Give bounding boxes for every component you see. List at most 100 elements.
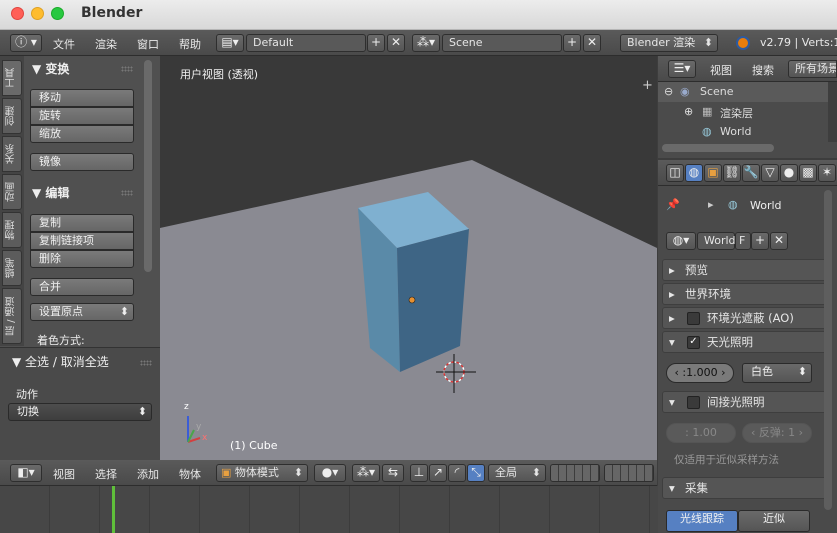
data-tab-icon[interactable]: ▽ (761, 164, 779, 182)
menu-window[interactable]: 窗口 (137, 36, 159, 52)
tab-physics[interactable]: 物理 (2, 212, 22, 248)
panel-indirect[interactable]: ▾ 间接光照明 (662, 391, 832, 413)
set-origin-select[interactable]: 设置原点 ⬍ (30, 303, 134, 321)
remove-scene-button[interactable]: ✕ (583, 34, 601, 52)
pivot-select[interactable]: ⁂▾ (352, 464, 380, 482)
3d-viewport[interactable]: 用户视图 (透视) z x y (1) Cube + (160, 56, 657, 460)
shading-select[interactable]: ●▾ (314, 464, 346, 482)
modifiers-tab-icon[interactable]: 🔧 (742, 164, 760, 182)
scale-manipulator-button[interactable]: ⤡ (467, 464, 485, 482)
select-all-header[interactable]: ▼ 全选 / 取消全选 (12, 353, 109, 370)
indirect-bounces-spinner[interactable]: ‹ 反弹: 1 › (742, 423, 812, 443)
ao-checkbox[interactable] (687, 312, 700, 325)
scale-button[interactable]: 缩放 (30, 125, 134, 143)
outliner-row-world[interactable]: ◍ World (658, 122, 828, 142)
tab-animation[interactable]: 动画 (2, 174, 22, 210)
world-browse-button[interactable]: ◍▾ (666, 232, 696, 250)
add-scene-button[interactable]: + (563, 34, 581, 52)
outliner-vscroll[interactable] (828, 82, 837, 142)
material-tab-icon[interactable]: ● (780, 164, 798, 182)
duplicate-button[interactable]: 复制 (30, 214, 134, 232)
menu-view[interactable]: 视图 (53, 466, 75, 482)
open-properties-plus-icon[interactable]: + (642, 78, 653, 93)
tab-create[interactable]: 创建 (2, 98, 22, 134)
minimize-window-button[interactable] (31, 7, 44, 20)
tab-layers-passes[interactable]: 层 / 通道 (2, 288, 22, 344)
panel-env-light[interactable]: ▾ ✓ 天光照明 (662, 331, 832, 353)
properties-scrollbar[interactable] (824, 190, 832, 510)
env-energy-spinner[interactable]: ‹ :1.000 › (666, 363, 734, 383)
scene-icon-button[interactable]: ⁂▾ (412, 34, 440, 52)
editor-type-info-button[interactable]: ⓘ ▾ (10, 34, 42, 52)
layers-grid-1[interactable] (550, 464, 600, 482)
edit-header[interactable]: ▼ 编辑 (32, 184, 69, 201)
constraints-tab-icon[interactable]: ⛓ (723, 164, 741, 182)
indirect-factor-spinner[interactable]: : 1.00 (666, 423, 736, 443)
editor-type-outliner-button[interactable]: ☰▾ (668, 60, 696, 78)
join-button[interactable]: 合并 (30, 278, 134, 296)
translate-manipulator-button[interactable]: ↗ (429, 464, 447, 482)
add-layout-button[interactable]: + (367, 34, 385, 52)
remove-layout-button[interactable]: ✕ (387, 34, 405, 52)
menu-render[interactable]: 渲染 (95, 36, 117, 52)
tab-relations[interactable]: 关系 (2, 136, 22, 172)
panel-gather[interactable]: ▾ 采集 (662, 477, 832, 499)
menu-file[interactable]: 文件 (53, 36, 75, 52)
orientation-select[interactable]: 全局 ⬍ (488, 464, 546, 482)
world-tab-icon[interactable]: ◍ (685, 164, 703, 182)
outliner-row-scene[interactable]: ⊖ ◉ Scene (658, 82, 828, 102)
editor-type-3d-button[interactable]: ◧▾ (10, 464, 42, 482)
layout-icon-button[interactable]: ▤▾ (216, 34, 244, 52)
gather-raytrace-button[interactable]: 光线跟踪 (666, 510, 738, 532)
rotate-button[interactable]: 旋转 (30, 107, 134, 125)
layout-field[interactable]: Default (246, 34, 366, 52)
tool-shelf-scrollbar[interactable] (144, 60, 152, 272)
outliner-filter-select[interactable]: 所有场景 (788, 60, 837, 78)
object-tab-icon[interactable]: ▣ (704, 164, 722, 182)
menu-object[interactable]: 物体 (179, 466, 201, 482)
new-world-button[interactable]: + (751, 232, 769, 250)
mirror-button[interactable]: 镜像 (30, 153, 134, 171)
render-engine-select[interactable]: Blender 渲染 ⬍ (620, 34, 718, 52)
texture-tab-icon[interactable]: ▩ (799, 164, 817, 182)
menu-add[interactable]: 添加 (137, 466, 159, 482)
env-light-checkbox[interactable]: ✓ (687, 336, 700, 349)
particles-tab-icon[interactable]: ✶ (818, 164, 836, 182)
drag-handle-icon[interactable] (121, 190, 133, 196)
layers-grid-2[interactable] (604, 464, 654, 482)
outliner-menu-view[interactable]: 视图 (710, 62, 732, 78)
current-frame-marker[interactable] (112, 486, 115, 533)
manipulator-toggle-button[interactable]: ⊥ (410, 464, 428, 482)
move-button[interactable]: 移动 (30, 89, 134, 107)
outliner-row-render-layers[interactable]: ⊕ ▦ 渲染层 (658, 102, 828, 122)
close-window-button[interactable] (11, 7, 24, 20)
collapse-icon[interactable]: ⊖ (664, 85, 673, 98)
delete-button[interactable]: 删除 (30, 250, 134, 268)
tab-tools[interactable]: 工具 (2, 60, 22, 96)
fake-user-button[interactable]: F (735, 232, 751, 250)
env-color-select[interactable]: 白色 ⬍ (742, 363, 812, 383)
pin-icon[interactable]: 📌 (666, 198, 680, 211)
menu-select[interactable]: 选择 (95, 466, 117, 482)
indirect-checkbox[interactable] (687, 396, 700, 409)
scene-field[interactable]: Scene (442, 34, 562, 52)
maximize-window-button[interactable] (51, 7, 64, 20)
outliner-menu-search[interactable]: 搜索 (752, 62, 774, 78)
panel-ao[interactable]: ▸ 环境光遮蔽 (AO) (662, 307, 832, 329)
gather-approx-button[interactable]: 近似 (738, 510, 810, 532)
unlink-world-button[interactable]: ✕ (770, 232, 788, 250)
tab-grease-pencil[interactable]: 蜡笔 (2, 250, 22, 286)
panel-world-env[interactable]: ▸ 世界环境 (662, 283, 832, 305)
menu-help[interactable]: 帮助 (179, 36, 201, 52)
render-tab-icon[interactable]: ◫ (666, 164, 684, 182)
action-select[interactable]: 切换 ⬍ (8, 403, 152, 421)
rotate-manipulator-button[interactable]: ◜ (448, 464, 466, 482)
duplicate-linked-button[interactable]: 复制链接项 (30, 232, 134, 250)
world-name-field[interactable]: World (697, 232, 736, 250)
drag-handle-icon[interactable] (140, 360, 152, 366)
panel-preview[interactable]: ▸ 预览 (662, 259, 832, 281)
transform-header[interactable]: ▼ 变换 (32, 60, 69, 77)
expand-icon[interactable]: ⊕ (684, 105, 693, 118)
proportional-edit-button[interactable]: ⇆ (382, 464, 404, 482)
outliner-scrollbar[interactable] (662, 144, 774, 152)
